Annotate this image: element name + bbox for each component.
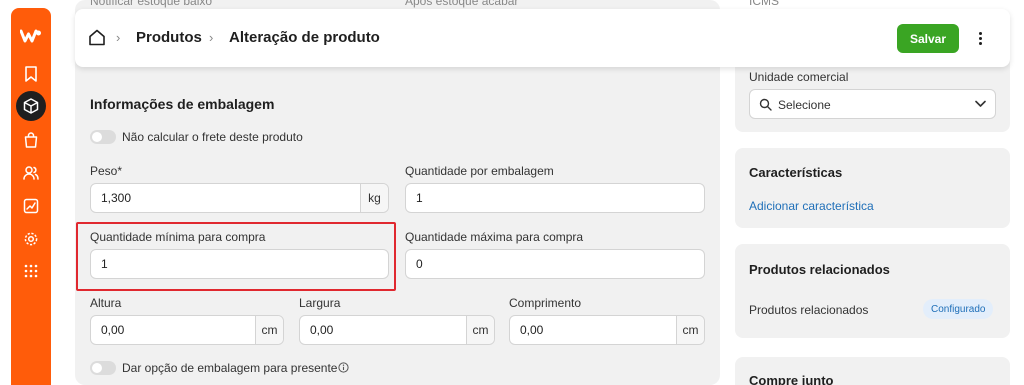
gear-icon[interactable] [21, 229, 41, 249]
qty-per-pack-label: Quantidade por embalagem [405, 164, 554, 178]
related-card: Produtos relacionados Produtos relaciona… [735, 244, 1010, 338]
width-unit: cm [466, 316, 494, 344]
breadcrumb-current: Alteração de produto [229, 29, 380, 46]
features-card: Características Adicionar característica [735, 148, 1010, 228]
weight-field[interactable]: 1,300 kg [90, 183, 389, 213]
more-options-icon[interactable] [973, 27, 987, 49]
gift-toggle[interactable] [90, 361, 116, 375]
height-unit: cm [255, 316, 283, 344]
length-field[interactable]: 0,00 cm [509, 315, 705, 345]
logo-icon [20, 29, 41, 43]
width-label: Largura [299, 296, 341, 310]
buy-together-title: Compre junto [749, 373, 834, 385]
unit-label: Unidade comercial [749, 70, 849, 84]
save-button[interactable]: Salvar [897, 24, 959, 53]
breadcrumb-products[interactable]: Produtos [136, 29, 202, 46]
no-freight-label: Não calcular o frete deste produto [122, 130, 303, 144]
low-stock-label: Notificar estoque baixo [90, 0, 213, 8]
header-bar: › Produtos › Alteração de produto Salvar [75, 9, 1010, 67]
max-qty-field[interactable]: 0 [405, 249, 705, 279]
related-title: Produtos relacionados [749, 262, 890, 277]
home-icon[interactable] [88, 29, 106, 46]
bookmark-icon[interactable] [21, 64, 41, 84]
users-icon[interactable] [21, 163, 41, 183]
related-status-badge: Configurado [923, 299, 994, 319]
info-icon[interactable] [338, 362, 349, 373]
shopping-bag-icon[interactable] [21, 130, 41, 150]
grid-icon[interactable] [21, 261, 41, 281]
after-stock-label: Após estoque acabar [405, 0, 519, 8]
max-qty-value: 0 [416, 257, 423, 271]
weight-unit: kg [360, 184, 388, 212]
qty-per-pack-value: 1 [416, 191, 423, 205]
length-unit: cm [676, 316, 704, 344]
height-value: 0,00 [101, 323, 125, 337]
length-value: 0,00 [520, 323, 544, 337]
breadcrumb-separator: › [116, 30, 121, 45]
breadcrumb-separator: › [209, 30, 214, 45]
buy-together-card: Compre junto [735, 357, 1010, 385]
search-icon [759, 98, 772, 111]
height-label: Altura [90, 296, 122, 310]
unit-select-value: Selecione [778, 98, 831, 112]
chart-icon[interactable] [21, 196, 41, 216]
packaging-title: Informações de embalagem [90, 96, 275, 112]
weight-value: 1,300 [101, 191, 132, 205]
qty-per-pack-field[interactable]: 1 [405, 183, 705, 213]
length-label: Comprimento [509, 296, 582, 310]
unit-select[interactable]: Selecione [749, 89, 996, 119]
height-field[interactable]: 0,00 cm [90, 315, 284, 345]
max-qty-label: Quantidade máxima para compra [405, 230, 584, 244]
sidebar [11, 8, 51, 385]
features-title: Características [749, 165, 843, 180]
icms-label: ICMS [749, 0, 779, 8]
add-feature-link[interactable]: Adicionar característica [749, 199, 874, 213]
box-icon[interactable] [16, 91, 46, 121]
no-freight-toggle[interactable] [90, 130, 116, 144]
width-value: 0,00 [310, 323, 334, 337]
width-field[interactable]: 0,00 cm [299, 315, 495, 345]
related-label: Produtos relacionados [749, 303, 869, 317]
weight-label: Peso* [90, 164, 123, 178]
highlight-box [76, 222, 396, 291]
chevron-down-icon [975, 100, 986, 107]
gift-label: Dar opção de embalagem para presente [122, 361, 338, 375]
